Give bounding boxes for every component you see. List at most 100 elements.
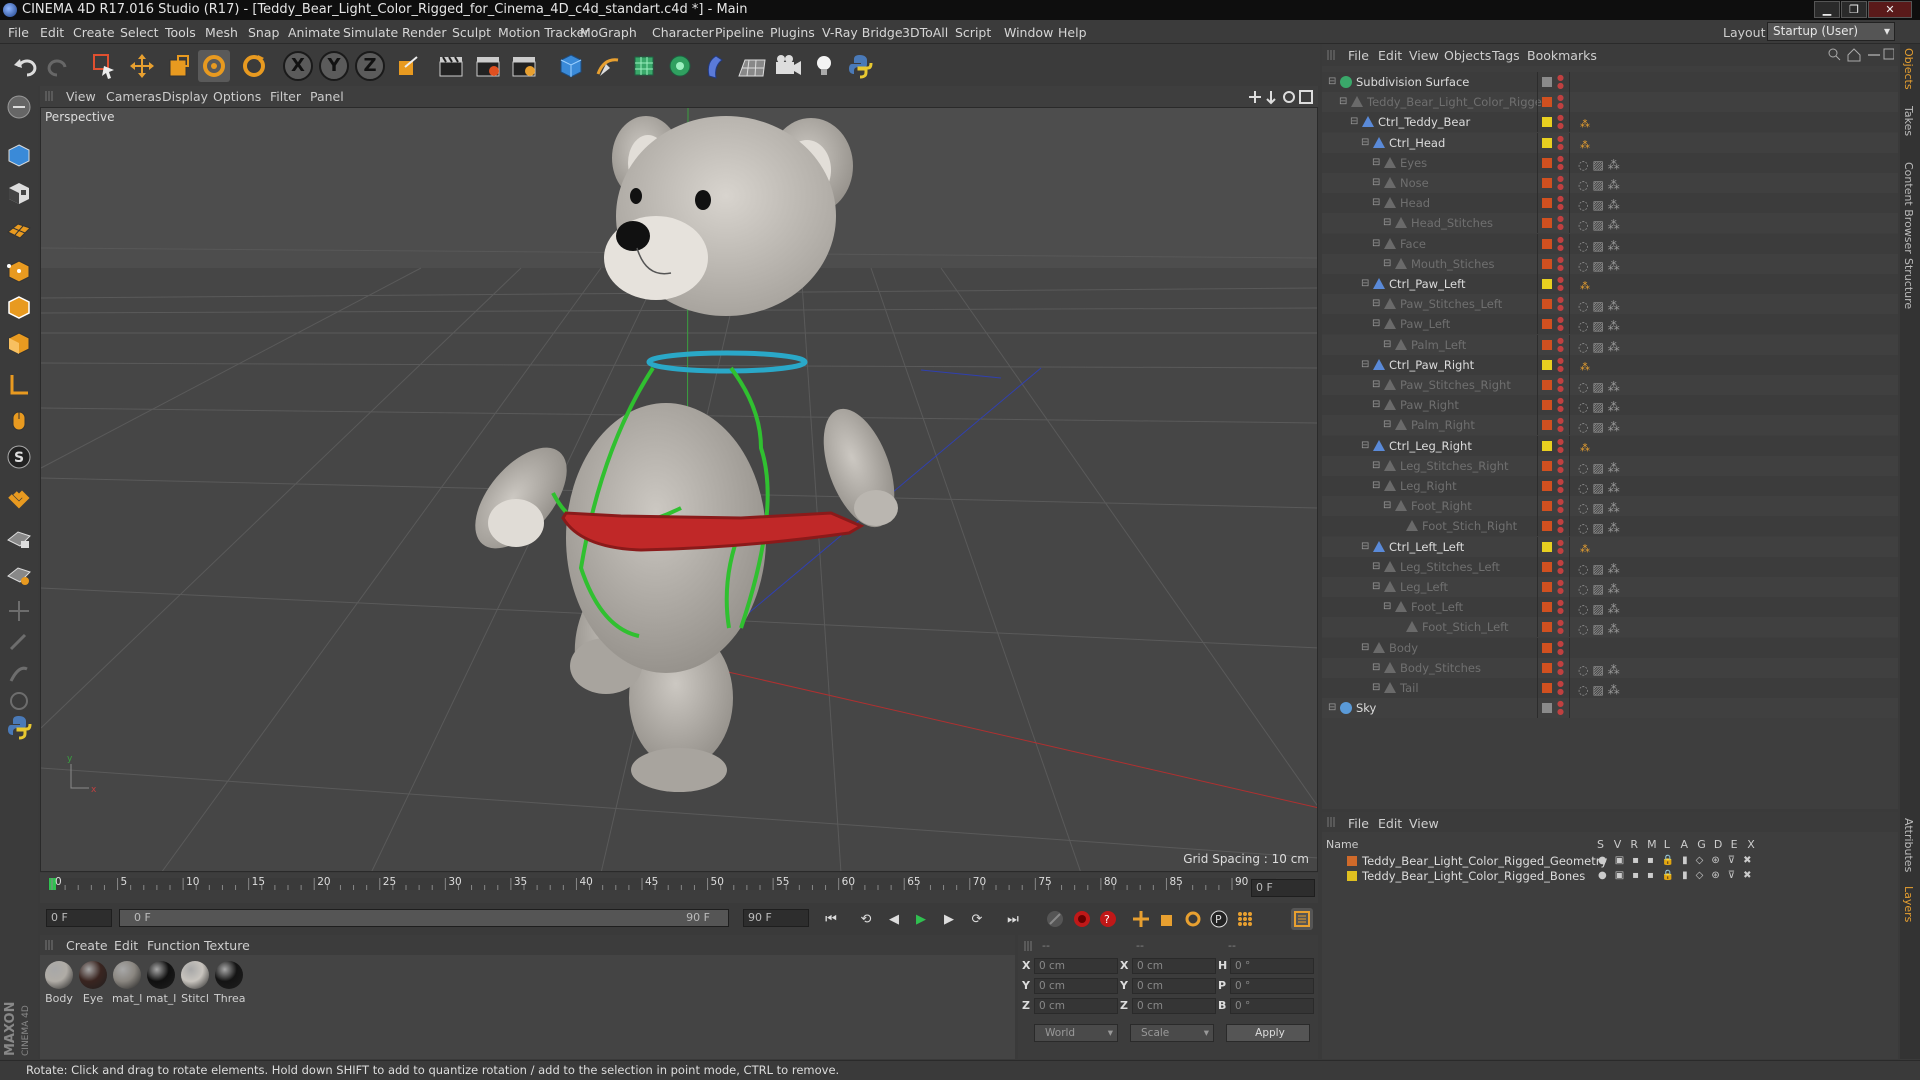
menu-character[interactable]: Character (652, 25, 714, 40)
material-swatch[interactable]: Stitcl (180, 961, 210, 1005)
object-row[interactable]: ⊟ Paw_Left ● ● ◌▨⁂ (1322, 314, 1898, 335)
layer-color-swatch[interactable] (1542, 299, 1552, 310)
y-axis-lock-button[interactable]: Y (319, 51, 349, 81)
move-tool-button[interactable] (126, 50, 158, 82)
material-tags-icon[interactable]: ◌▨⁂ (1578, 195, 1624, 215)
menu-snap[interactable]: Snap (248, 25, 279, 40)
polygons-mode-button[interactable] (4, 328, 34, 358)
layer-column-x[interactable]: X (1747, 838, 1755, 851)
key-parameter-button[interactable]: P (1208, 908, 1230, 930)
layer-color-swatch[interactable] (1542, 541, 1552, 552)
snap-button[interactable]: S (4, 442, 34, 472)
object-row[interactable]: ⊟ Foot_Right ● ● ◌▨⁂ (1322, 496, 1898, 517)
object-row[interactable]: ⊟ Tail ● ● ◌▨⁂ (1322, 678, 1898, 698)
expand-toggle-icon[interactable]: ⊟ (1361, 133, 1369, 153)
expand-toggle-icon[interactable]: ⊟ (1328, 698, 1336, 718)
expand-toggle-icon[interactable]: ⊟ (1372, 476, 1380, 496)
object-name[interactable]: Foot_Right (1411, 496, 1472, 516)
menu-simulate[interactable]: Simulate (343, 25, 398, 40)
layer-color-swatch[interactable] (1542, 279, 1552, 289)
visibility-dots-icon[interactable]: ● ● (1557, 659, 1564, 676)
object-name[interactable]: Leg_Stitches_Right (1400, 456, 1509, 476)
previous-frame-button[interactable]: ◀ (883, 908, 905, 930)
object-row[interactable]: ⊟ Ctrl_Left_Left ● ● ⁂ (1322, 536, 1898, 557)
key-pla-button[interactable] (1234, 908, 1256, 930)
soft-selection-button[interactable] (4, 596, 34, 626)
layer-name[interactable]: Teddy_Bear_Light_Color_Rigged_Bones (1362, 869, 1585, 883)
spline-pen-button[interactable] (592, 50, 624, 82)
layer-color-swatch[interactable] (1542, 662, 1552, 673)
viewport-menu-options[interactable]: Options (213, 89, 261, 104)
object-name[interactable]: Ctrl_Head (1389, 133, 1445, 153)
layer-color-swatch[interactable] (1542, 622, 1552, 633)
layer-color-swatch[interactable] (1542, 703, 1552, 714)
object-name[interactable]: Palm_Left (1411, 335, 1466, 355)
object-menu-view[interactable]: View (1409, 48, 1439, 63)
object-name[interactable]: Paw_Right (1400, 395, 1459, 415)
visibility-dots-icon[interactable]: ● ● (1557, 437, 1564, 454)
rotation-field[interactable]: 0 ° (1230, 998, 1314, 1014)
visibility-dots-icon[interactable]: ● ● (1557, 134, 1564, 151)
tweak-mode-button[interactable] (4, 406, 34, 436)
object-name[interactable]: Ctrl_Left_Left (1389, 537, 1464, 557)
floor-button[interactable] (736, 50, 768, 82)
object-name[interactable]: Mouth_Stiches (1411, 254, 1494, 274)
object-name[interactable]: Leg_Stitches_Left (1400, 557, 1500, 577)
coordinate-system-button[interactable] (392, 50, 424, 82)
object-row[interactable]: ⊟ Leg_Left ● ● ◌▨⁂ (1322, 577, 1898, 597)
material-tags-icon[interactable]: ◌▨⁂ (1578, 215, 1624, 235)
material-tags-icon[interactable]: ◌▨⁂ (1578, 599, 1624, 619)
auto-keying-button[interactable]: ? (1097, 908, 1119, 930)
layer-column-r[interactable]: R (1630, 838, 1638, 851)
layer-color-swatch[interactable] (1542, 117, 1552, 128)
layer-color-swatch[interactable] (1542, 440, 1552, 451)
edges-mode-button[interactable] (4, 292, 34, 322)
layer-color-swatch[interactable] (1542, 218, 1552, 229)
magnet-button[interactable] (4, 484, 34, 514)
layer-color-swatch[interactable] (1542, 258, 1552, 269)
material-tags-icon[interactable]: ◌▨⁂ (1578, 458, 1624, 478)
key-rotation-button[interactable] (1182, 908, 1204, 930)
material-menu-texture[interactable]: Texture (204, 938, 250, 953)
object-name[interactable]: Head_Stitches (1411, 213, 1493, 233)
menu-3dtoall[interactable]: 3DToAll (902, 25, 948, 40)
object-row[interactable]: Foot_Stich_Left ● ● ◌▨⁂ (1322, 617, 1898, 638)
object-row[interactable]: ⊟ Leg_Stitches_Left ● ● ◌▨⁂ (1322, 556, 1898, 577)
object-row[interactable]: ⊟ Palm_Right ● ● ◌▨⁂ (1322, 415, 1898, 436)
layer-color-swatch[interactable] (1542, 400, 1552, 411)
material-swatch[interactable]: Body (44, 961, 74, 1005)
layer-color-swatch[interactable] (1542, 521, 1552, 532)
expand-toggle-icon[interactable]: ⊟ (1361, 274, 1369, 294)
layer-color-swatch[interactable] (1542, 642, 1552, 653)
object-row[interactable]: ⊟ Subdivision Surface ● ● (1322, 72, 1898, 92)
visibility-dots-icon[interactable]: ● ● (1557, 619, 1564, 635)
layer-color-swatch[interactable] (1542, 97, 1552, 108)
visibility-dots-icon[interactable]: ● ● (1557, 397, 1564, 413)
menu-window[interactable]: Window (1004, 25, 1053, 40)
expand-toggle-icon[interactable]: ⊟ (1361, 436, 1369, 456)
viewport-menu-cameras[interactable]: Cameras (106, 89, 162, 104)
object-name[interactable]: Foot_Left (1411, 597, 1463, 617)
visibility-dots-icon[interactable]: ● ● (1557, 154, 1564, 171)
go-to-end-button[interactable]: ⏭ (1002, 908, 1024, 930)
rotate-tool-button[interactable] (198, 50, 230, 82)
object-row[interactable]: ⊟ Paw_Stitches_Right ● ● ◌▨⁂ (1322, 375, 1898, 395)
menu-script[interactable]: Script (955, 25, 991, 40)
layer-flag-icons[interactable]: ●▣▪▪🔒▮◇⊛⊽✖ (1598, 869, 1759, 883)
layer-column-l[interactable]: L (1664, 838, 1670, 851)
menu-plugins[interactable]: Plugins (770, 25, 815, 40)
object-row[interactable]: ⊟ Leg_Stitches_Right ● ● ◌▨⁂ (1322, 455, 1898, 478)
visibility-dots-icon[interactable]: ● ● (1557, 235, 1564, 252)
keyframe-selection-button[interactable] (1044, 908, 1066, 930)
visibility-dots-icon[interactable]: ● ● (1557, 478, 1564, 494)
scale-tool-button[interactable] (162, 50, 194, 82)
recent-tools-button[interactable] (238, 50, 270, 82)
key-position-button[interactable] (1130, 908, 1152, 930)
side-tab-objects[interactable]: Objects (1902, 48, 1915, 90)
layer-color-swatch[interactable] (1347, 856, 1357, 866)
menu-animate[interactable]: Animate (288, 25, 340, 40)
layer-color-swatch[interactable] (1542, 582, 1552, 592)
visibility-dots-icon[interactable]: ● ● (1557, 195, 1564, 211)
visibility-dots-icon[interactable]: ● ● (1557, 74, 1564, 90)
layer-color-swatch[interactable] (1542, 178, 1552, 188)
